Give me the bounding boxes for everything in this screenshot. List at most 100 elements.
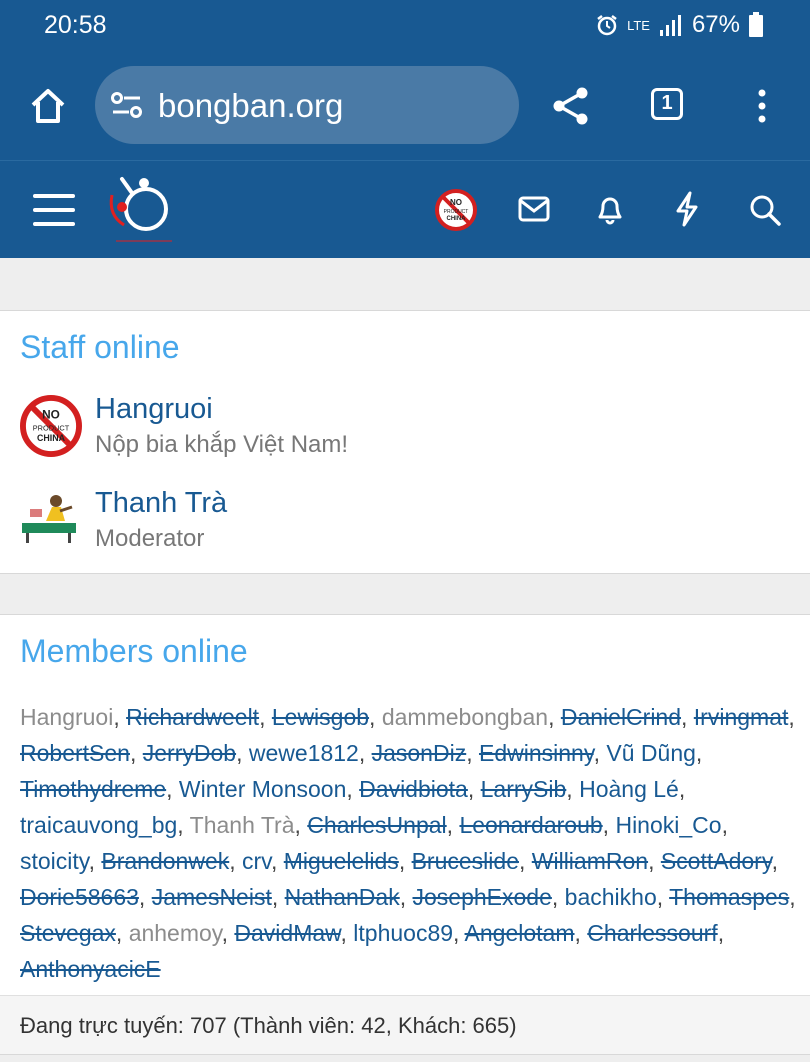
member-separator: , bbox=[681, 704, 688, 730]
user-avatar[interactable]: NO PRODUCT CHINA bbox=[435, 189, 477, 231]
member-separator: , bbox=[593, 740, 601, 766]
member-entry: dammebongban, bbox=[382, 704, 555, 730]
member-link[interactable]: Bruceslide bbox=[412, 848, 519, 874]
member-separator: , bbox=[115, 920, 123, 946]
member-entry: Angelotam, bbox=[465, 920, 581, 946]
lightning-icon[interactable] bbox=[674, 191, 700, 227]
member-link[interactable]: JasonDiz bbox=[372, 740, 467, 766]
member-link[interactable]: ScottAdory bbox=[661, 848, 772, 874]
member-entry: Irvingmat, bbox=[694, 704, 795, 730]
staff-online-title[interactable]: Staff online bbox=[20, 329, 180, 366]
member-link[interactable]: traicauvong_bg bbox=[20, 812, 177, 838]
member-link[interactable]: Stevegax bbox=[20, 920, 116, 946]
member-link[interactable]: JerryDob bbox=[143, 740, 236, 766]
member-separator: , bbox=[566, 776, 573, 802]
member-separator: , bbox=[340, 920, 347, 946]
member-separator: , bbox=[466, 740, 473, 766]
site-settings-icon[interactable] bbox=[110, 91, 144, 119]
member-separator: , bbox=[721, 812, 728, 838]
url-text[interactable]: bongban.org bbox=[158, 87, 343, 125]
member-entry: ScottAdory, bbox=[661, 848, 778, 874]
member-link[interactable]: Winter Monsoon bbox=[179, 776, 346, 802]
site-logo[interactable] bbox=[106, 173, 176, 245]
home-icon[interactable] bbox=[28, 86, 68, 126]
member-separator: , bbox=[518, 848, 526, 874]
member-link[interactable]: Irvingmat bbox=[694, 704, 789, 730]
member-link[interactable]: JosephExode bbox=[413, 884, 552, 910]
member-link[interactable]: DavidMaw bbox=[234, 920, 340, 946]
member-link[interactable]: Thomaspes bbox=[669, 884, 789, 910]
member-entry: Hinoki_Co, bbox=[615, 812, 728, 838]
staff-user-title: Nộp bia khắp Việt Nam! bbox=[95, 431, 349, 458]
member-link[interactable]: ltphuoc89 bbox=[353, 920, 453, 946]
member-entry: Leonardaroub, bbox=[459, 812, 609, 838]
status-icons: LTE 67% bbox=[595, 11, 764, 39]
member-link[interactable]: JamesNeist bbox=[152, 884, 272, 910]
member-link[interactable]: Richardweelt bbox=[126, 704, 259, 730]
avatar-text-2: PRODUCT bbox=[444, 209, 469, 215]
url-bar[interactable]: bongban.org bbox=[95, 66, 519, 144]
member-link[interactable]: Dorie58663 bbox=[20, 884, 139, 910]
tab-switcher-button[interactable]: 1 bbox=[651, 88, 683, 120]
member-entry: Hangruoi, bbox=[20, 704, 120, 730]
member-separator: , bbox=[236, 740, 243, 766]
member-link[interactable]: LarrySib bbox=[481, 776, 567, 802]
member-link[interactable]: Davidbiota bbox=[359, 776, 468, 802]
member-entry: DavidMaw, bbox=[234, 920, 347, 946]
member-link[interactable]: stoicity bbox=[20, 848, 89, 874]
member-link[interactable]: Edwinsinny bbox=[479, 740, 594, 766]
share-icon[interactable] bbox=[551, 86, 591, 126]
member-separator: , bbox=[551, 884, 559, 910]
user-avatar[interactable] bbox=[20, 489, 78, 547]
member-link[interactable]: bachikho bbox=[565, 884, 657, 910]
member-link[interactable]: crv bbox=[242, 848, 271, 874]
member-entry: Richardweelt, bbox=[126, 704, 265, 730]
member-link[interactable]: wewe1812 bbox=[249, 740, 359, 766]
member-link[interactable]: Vũ Dũng bbox=[606, 740, 696, 766]
hamburger-menu-icon[interactable] bbox=[33, 192, 75, 228]
member-link[interactable]: Hangruoi bbox=[20, 704, 113, 730]
member-entry: Lewisgob, bbox=[272, 704, 376, 730]
member-link[interactable]: Charlessourf bbox=[587, 920, 717, 946]
member-link[interactable]: Lewisgob bbox=[272, 704, 369, 730]
bell-icon[interactable] bbox=[596, 193, 624, 225]
member-separator: , bbox=[177, 812, 184, 838]
member-link[interactable]: Hinoki_Co bbox=[615, 812, 721, 838]
battery-icon bbox=[748, 12, 764, 38]
avatar-text-1: NO bbox=[450, 198, 462, 207]
member-entry: anhemoy, bbox=[129, 920, 228, 946]
member-link[interactable]: Leonardaroub bbox=[459, 812, 602, 838]
member-separator: , bbox=[656, 884, 664, 910]
member-entry: WilliamRon, bbox=[532, 848, 655, 874]
member-link[interactable]: Timothydreme bbox=[20, 776, 166, 802]
member-link[interactable]: CharlesUnpal bbox=[307, 812, 446, 838]
member-link[interactable]: Hoàng Lé bbox=[579, 776, 679, 802]
members-online-title[interactable]: Members online bbox=[20, 633, 248, 670]
user-avatar[interactable]: NO PRODUCT CHINA bbox=[20, 395, 82, 457]
member-link[interactable]: DanielCrind bbox=[561, 704, 681, 730]
member-link[interactable]: anhemoy bbox=[129, 920, 222, 946]
member-link[interactable]: dammebongban bbox=[382, 704, 548, 730]
member-entry: NathanDak, bbox=[285, 884, 406, 910]
member-entry: Winter Monsoon, bbox=[179, 776, 353, 802]
member-separator: , bbox=[648, 848, 655, 874]
member-link[interactable]: WilliamRon bbox=[532, 848, 648, 874]
member-entry: CharlesUnpal, bbox=[307, 812, 453, 838]
staff-user-name[interactable]: Hangruoi bbox=[95, 393, 213, 426]
status-time: 20:58 bbox=[44, 11, 107, 39]
more-menu-icon[interactable] bbox=[755, 88, 769, 124]
staff-user-name[interactable]: Thanh Trà bbox=[95, 487, 227, 520]
mail-icon[interactable] bbox=[518, 196, 550, 222]
member-entry: JamesNeist, bbox=[152, 884, 279, 910]
members-list: Hangruoi, Richardweelt, Lewisgob, dammeb… bbox=[20, 699, 800, 987]
member-link[interactable]: RobertSen bbox=[20, 740, 130, 766]
member-link[interactable]: Thanh Trà bbox=[190, 812, 295, 838]
member-link[interactable]: AnthonyacicE bbox=[20, 956, 161, 982]
member-separator: , bbox=[678, 776, 686, 802]
member-link[interactable]: Miguelelids bbox=[284, 848, 399, 874]
member-link[interactable]: NathanDak bbox=[285, 884, 400, 910]
member-link[interactable]: Angelotam bbox=[465, 920, 575, 946]
member-link[interactable]: Brandonwek bbox=[101, 848, 229, 874]
member-separator: , bbox=[788, 704, 795, 730]
search-icon[interactable] bbox=[748, 193, 782, 227]
